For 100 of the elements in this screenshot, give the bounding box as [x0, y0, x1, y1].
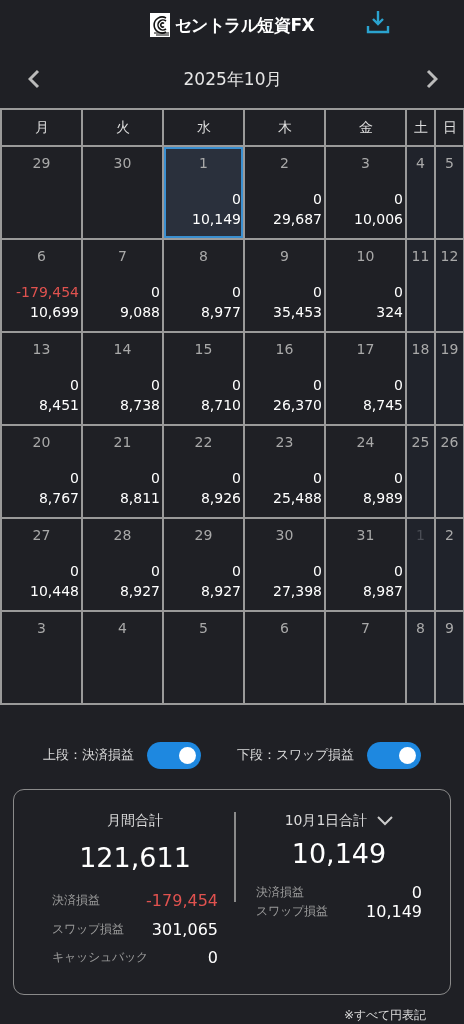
toggle-switch[interactable]: [367, 741, 421, 769]
calendar-day-cell[interactable]: 17 0 8,745: [326, 333, 405, 424]
day-number: 4: [416, 155, 425, 171]
day-number: 25: [411, 434, 430, 450]
calendar-day-cell[interactable]: 13 0 8,451: [2, 333, 81, 424]
calendar-day-cell[interactable]: 26: [436, 426, 463, 517]
settlement-value: 0: [150, 376, 161, 395]
swap-value: 8,745: [361, 396, 404, 415]
weekday-header: 水: [164, 110, 243, 145]
calendar-day-cell[interactable]: 27 0 10,448: [2, 519, 81, 610]
calendar-day-cell[interactable]: 8 0 8,977: [164, 240, 243, 331]
chevron-down-icon[interactable]: [377, 816, 394, 826]
calendar-day-cell[interactable]: 20 0 8,767: [2, 426, 81, 517]
calendar-day-cell[interactable]: 25: [407, 426, 434, 517]
summary-label: 決済損益: [52, 892, 100, 910]
day-number: 13: [32, 341, 51, 357]
day-number: 28: [113, 527, 132, 543]
next-month-icon[interactable]: [426, 69, 438, 89]
settlement-value: 0: [231, 469, 242, 488]
day-number: 26: [440, 434, 459, 450]
settlement-value: 0: [312, 190, 323, 209]
calendar-day-cell[interactable]: 23 0 25,488: [245, 426, 324, 517]
swap-value: 27,398: [272, 582, 323, 601]
calendar-day-cell[interactable]: 14 0 8,738: [83, 333, 162, 424]
calendar-day-cell[interactable]: 21 0 8,811: [83, 426, 162, 517]
calendar-day-cell[interactable]: 11: [407, 240, 434, 331]
day-number: 6: [37, 248, 46, 264]
summary-label: 決済損益: [256, 884, 304, 901]
calendar-day-cell[interactable]: 22 0 8,926: [164, 426, 243, 517]
swap-value: 9,088: [118, 303, 161, 322]
day-number: 21: [113, 434, 132, 450]
calendar-day-cell[interactable]: 24 0 8,989: [326, 426, 405, 517]
toggle-switch[interactable]: [147, 741, 201, 769]
calendar-day-cell[interactable]: 1 0 10,149: [164, 147, 243, 238]
calendar-day-cell[interactable]: 19: [436, 333, 463, 424]
summary-value: 301,065: [151, 919, 218, 939]
settlement-value: 0: [312, 283, 323, 302]
day-number: 7: [118, 248, 127, 264]
calendar-day-cell[interactable]: 2: [436, 519, 463, 610]
day-number: 20: [32, 434, 51, 450]
summary-title: 10月1日合計: [284, 812, 368, 830]
calendar-day-cell[interactable]: 5: [436, 147, 463, 238]
day-number: 11: [411, 248, 430, 264]
weekday-header: 月: [2, 110, 81, 145]
swap-value: 8,989: [361, 489, 404, 508]
swap-value: 10,448: [29, 582, 80, 601]
calendar-day-cell[interactable]: 18: [407, 333, 434, 424]
calendar-day-cell[interactable]: 30 0 27,398: [245, 519, 324, 610]
calendar-day-cell[interactable]: 29 0 8,927: [164, 519, 243, 610]
day-number: 9: [280, 248, 289, 264]
calendar-day-cell[interactable]: 7: [326, 612, 405, 703]
calendar-day-cell[interactable]: 10 0 324: [326, 240, 405, 331]
calendar-day-cell[interactable]: 3 0 10,006: [326, 147, 405, 238]
calendar-day-cell[interactable]: 6 -179,454 10,699: [2, 240, 81, 331]
calendar-day-cell[interactable]: 9: [436, 612, 463, 703]
settlement-value: 0: [393, 376, 404, 395]
summary-label: キャッシュバック: [52, 949, 148, 967]
calendar-day-cell[interactable]: 9 0 35,453: [245, 240, 324, 331]
calendar-day-cell[interactable]: 6: [245, 612, 324, 703]
settlement-value: 0: [231, 562, 242, 581]
day-number: 1: [199, 155, 208, 171]
calendar-day-cell[interactable]: 16 0 26,370: [245, 333, 324, 424]
day-number: 2: [445, 527, 454, 543]
summary-value: 10,149: [366, 902, 422, 921]
previous-month-icon[interactable]: [28, 69, 40, 89]
swap-value: 8,710: [199, 396, 242, 415]
calendar-day-cell[interactable]: 4: [407, 147, 434, 238]
day-number: 14: [113, 341, 132, 357]
calendar-day-cell[interactable]: 5: [164, 612, 243, 703]
calendar-day-cell[interactable]: 28 0 8,927: [83, 519, 162, 610]
calendar-day-cell[interactable]: 15 0 8,710: [164, 333, 243, 424]
settlement-value: 0: [150, 283, 161, 302]
calendar-day-cell[interactable]: 3: [2, 612, 81, 703]
download-icon[interactable]: [366, 10, 390, 34]
day-number: 2: [280, 155, 289, 171]
calendar-day-cell[interactable]: 2 0 29,687: [245, 147, 324, 238]
settlement-value: 0: [393, 190, 404, 209]
day-number: 8: [199, 248, 208, 264]
day-number: 10: [356, 248, 375, 264]
settlement-value: 0: [393, 469, 404, 488]
summary-value: 0: [411, 883, 422, 902]
swap-value: 29,687: [272, 210, 323, 229]
day-number: 5: [445, 155, 454, 171]
calendar-day-cell[interactable]: 7 0 9,088: [83, 240, 162, 331]
calendar-day-cell[interactable]: 12: [436, 240, 463, 331]
day-number: 27: [32, 527, 51, 543]
weekday-header: 火: [83, 110, 162, 145]
calendar-day-cell[interactable]: 29: [2, 147, 81, 238]
calendar-day-cell[interactable]: 31 0 8,987: [326, 519, 405, 610]
settlement-value: 0: [150, 469, 161, 488]
calendar-day-cell[interactable]: 4: [83, 612, 162, 703]
summary-total: 121,611: [78, 841, 192, 873]
swap-value: 8,811: [118, 489, 161, 508]
month-title: 2025年10月: [183, 67, 283, 91]
day-number: 6: [280, 620, 289, 636]
day-number: 22: [194, 434, 213, 450]
calendar-day-cell[interactable]: 30: [83, 147, 162, 238]
settlement-value: 0: [393, 283, 404, 302]
calendar-day-cell[interactable]: 8: [407, 612, 434, 703]
settlement-value: -179,454: [15, 283, 80, 302]
